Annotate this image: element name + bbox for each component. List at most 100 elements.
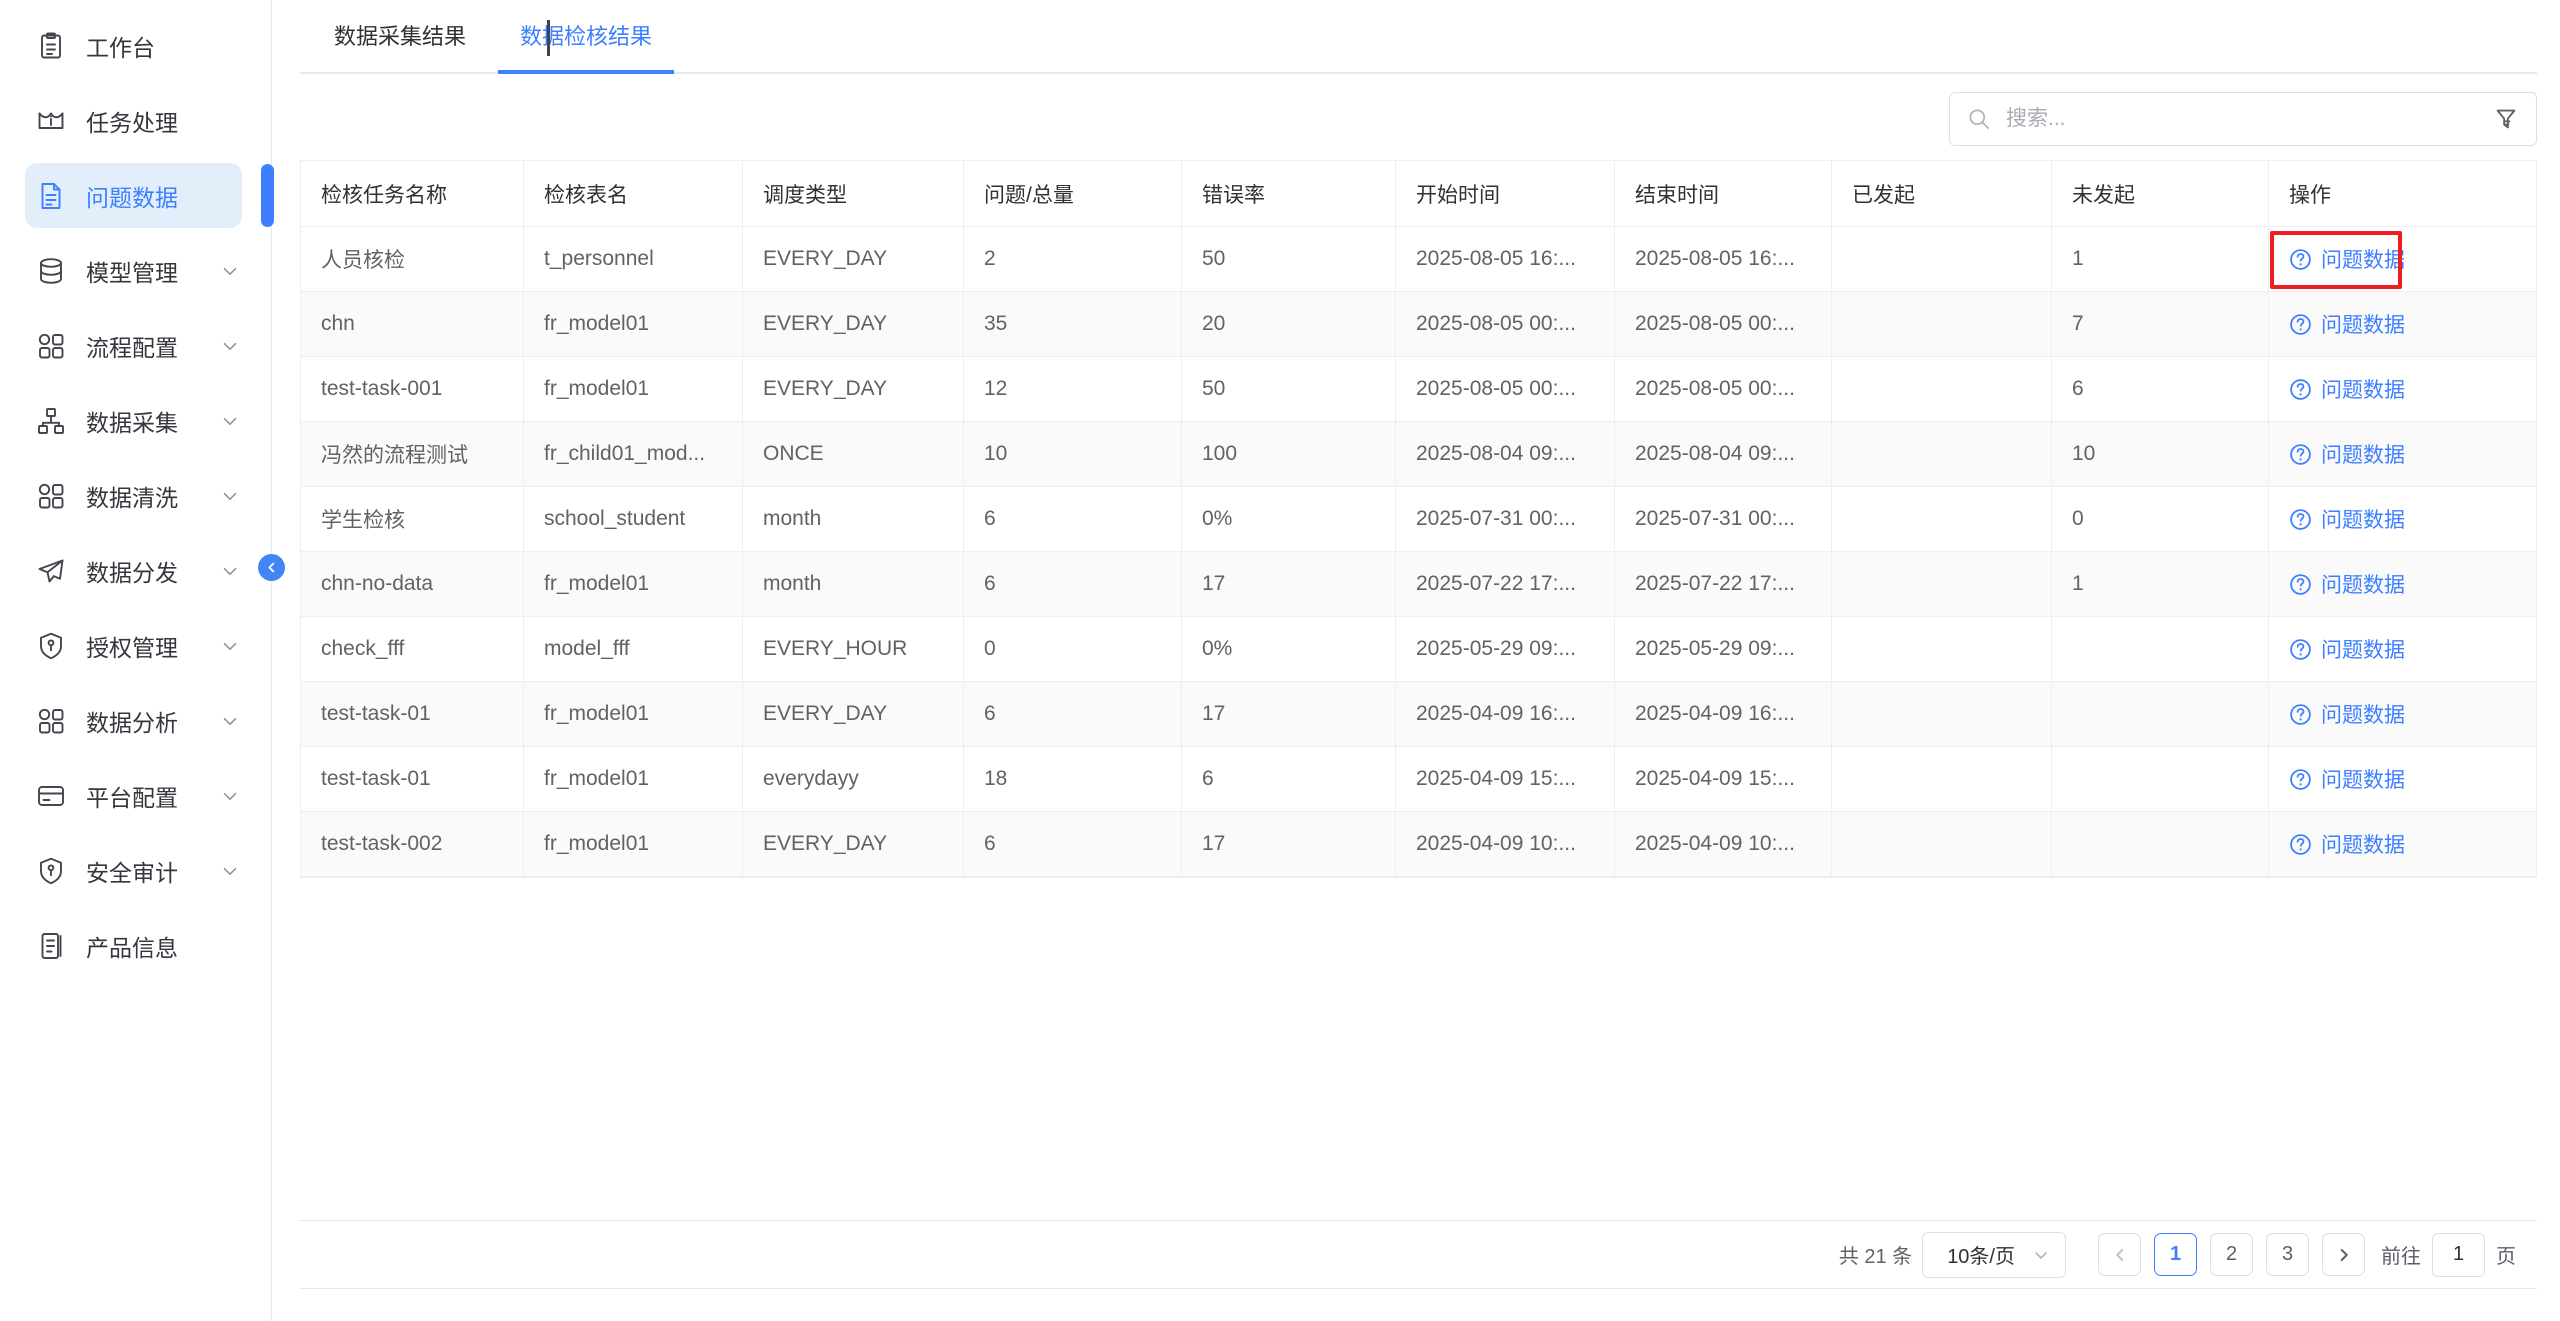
table-cell: 7 <box>2052 292 2269 356</box>
sidebar-item-task-handle[interactable]: 任务处理 <box>0 83 271 158</box>
problem-data-link-label: 问题数据 <box>2321 569 2405 599</box>
search-icon <box>1966 106 1992 132</box>
question-circle-icon <box>2289 443 2312 466</box>
problem-data-link-label: 问题数据 <box>2321 634 2405 664</box>
table-cell: 6 <box>964 682 1182 746</box>
question-circle-icon <box>2289 638 2312 661</box>
page-button-3[interactable]: 3 <box>2266 1233 2309 1276</box>
table-cell: 6 <box>964 487 1182 551</box>
table-cell: 2025-08-05 16:... <box>1396 227 1615 291</box>
table-cell: 2025-04-09 10:... <box>1615 812 1832 876</box>
sidebar-item-data-distribute[interactable]: 数据分发 <box>0 533 271 608</box>
table-cell: 1 <box>2052 552 2269 616</box>
chevron-down-icon <box>219 335 241 357</box>
filter-funnel-icon[interactable] <box>2492 105 2520 133</box>
column-header: 问题/总量 <box>964 161 1182 226</box>
table-cell: 17 <box>1182 682 1396 746</box>
sidebar-item-auth-manage[interactable]: 授权管理 <box>0 608 271 683</box>
goto-unit: 页 <box>2496 1240 2516 1269</box>
sidebar-item-data-analysis[interactable]: 数据分析 <box>0 683 271 758</box>
tab-bar: 数据采集结果数据检核结果 <box>300 0 2537 74</box>
question-circle-icon <box>2289 378 2312 401</box>
problem-data-link[interactable]: 问题数据 <box>2289 244 2405 274</box>
problem-data-link[interactable]: 问题数据 <box>2289 569 2405 599</box>
problem-data-link[interactable]: 问题数据 <box>2289 374 2405 404</box>
table-cell: 冯然的流程测试 <box>301 422 524 486</box>
sidebar-item-label: 数据采集 <box>86 404 178 438</box>
sidebar-item-product-info[interactable]: 产品信息 <box>0 908 271 983</box>
page-size-select[interactable]: 10条/页 <box>1922 1232 2066 1278</box>
table-cell: 2025-04-09 15:... <box>1396 747 1615 811</box>
table-cell: school_student <box>524 487 743 551</box>
sidebar-collapse-button[interactable] <box>258 554 285 581</box>
table-cell: chn <box>301 292 524 356</box>
page-button-2[interactable]: 2 <box>2210 1233 2253 1276</box>
table-cell: EVERY_DAY <box>743 292 964 356</box>
table-cell-actions: 问题数据 <box>2269 227 2536 291</box>
table-row: 学生检核school_studentmonth60%2025-07-31 00:… <box>301 487 2536 552</box>
table-cell: 6 <box>2052 357 2269 421</box>
chevron-right-icon <box>2333 1244 2355 1266</box>
table-row: test-task-01fr_model01EVERY_DAY6172025-0… <box>301 682 2536 747</box>
sidebar-item-security-audit[interactable]: 安全审计 <box>0 833 271 908</box>
sidebar-item-platform-config[interactable]: 平台配置 <box>0 758 271 833</box>
table-cell: 2025-04-09 10:... <box>1396 812 1615 876</box>
table-cell: fr_model01 <box>524 812 743 876</box>
search-input[interactable] <box>2006 107 2480 131</box>
sidebar-item-data-clean[interactable]: 数据清洗 <box>0 458 271 533</box>
table-cell: 2025-08-05 16:... <box>1615 227 1832 291</box>
problem-data-link[interactable]: 问题数据 <box>2289 309 2405 339</box>
tab-data-collect-result[interactable]: 数据采集结果 <box>312 0 488 74</box>
sidebar-item-model-manage[interactable]: 模型管理 <box>0 233 271 308</box>
table-cell <box>2052 747 2269 811</box>
table-cell <box>1832 682 2052 746</box>
table-cell: model_fff <box>524 617 743 681</box>
clean-grid-icon <box>36 481 66 511</box>
table-cell <box>1832 487 2052 551</box>
problem-data-link-label: 问题数据 <box>2321 244 2405 274</box>
problem-data-link[interactable]: 问题数据 <box>2289 764 2405 794</box>
table-cell <box>1832 552 2052 616</box>
table-cell-actions: 问题数据 <box>2269 682 2536 746</box>
goto-page-input[interactable] <box>2432 1233 2485 1277</box>
chevron-down-icon <box>219 260 241 282</box>
problem-data-link[interactable]: 问题数据 <box>2289 439 2405 469</box>
problem-data-link[interactable]: 问题数据 <box>2289 829 2405 859</box>
total-count: 共 21 条 <box>1839 1240 1912 1269</box>
table-cell: 35 <box>964 292 1182 356</box>
sidebar-item-process-config[interactable]: 流程配置 <box>0 308 271 383</box>
table-cell: EVERY_DAY <box>743 812 964 876</box>
sidebar-item-label: 任务处理 <box>86 104 178 138</box>
tab-data-check-result[interactable]: 数据检核结果 <box>498 0 674 74</box>
problem-data-link[interactable]: 问题数据 <box>2289 504 2405 534</box>
table-cell-actions: 问题数据 <box>2269 422 2536 486</box>
table-cell: 6 <box>1182 747 1396 811</box>
table-cell: fr_model01 <box>524 747 743 811</box>
page-button-1[interactable]: 1 <box>2154 1233 2197 1276</box>
table-cell: 6 <box>964 552 1182 616</box>
table-cell: 2025-04-09 15:... <box>1615 747 1832 811</box>
question-circle-icon <box>2289 313 2312 336</box>
table-cell: test-task-01 <box>301 747 524 811</box>
table-cell <box>1832 227 2052 291</box>
sidebar-item-workbench[interactable]: 工作台 <box>0 8 271 83</box>
sidebar-item-problem-data[interactable]: 问题数据 <box>0 158 271 233</box>
text-cursor <box>547 20 550 56</box>
table-cell <box>1832 422 2052 486</box>
sidebar-item-data-collect[interactable]: 数据采集 <box>0 383 271 458</box>
chevron-down-icon <box>219 485 241 507</box>
column-header: 操作 <box>2269 161 2536 226</box>
next-page-button[interactable] <box>2322 1233 2365 1276</box>
sidebar-item-label: 数据清洗 <box>86 479 178 513</box>
sidebar-item-label: 数据分发 <box>86 554 178 588</box>
table-cell: 学生检核 <box>301 487 524 551</box>
sidebar: 工作台任务处理问题数据模型管理流程配置数据采集数据清洗数据分发授权管理数据分析平… <box>0 0 272 1321</box>
column-header: 错误率 <box>1182 161 1396 226</box>
table-cell: fr_model01 <box>524 357 743 421</box>
column-header: 已发起 <box>1832 161 2052 226</box>
problem-data-link[interactable]: 问题数据 <box>2289 634 2405 664</box>
pager: 123 <box>2098 1233 2365 1276</box>
table-cell <box>1832 292 2052 356</box>
prev-page-button[interactable] <box>2098 1233 2141 1276</box>
problem-data-link[interactable]: 问题数据 <box>2289 699 2405 729</box>
